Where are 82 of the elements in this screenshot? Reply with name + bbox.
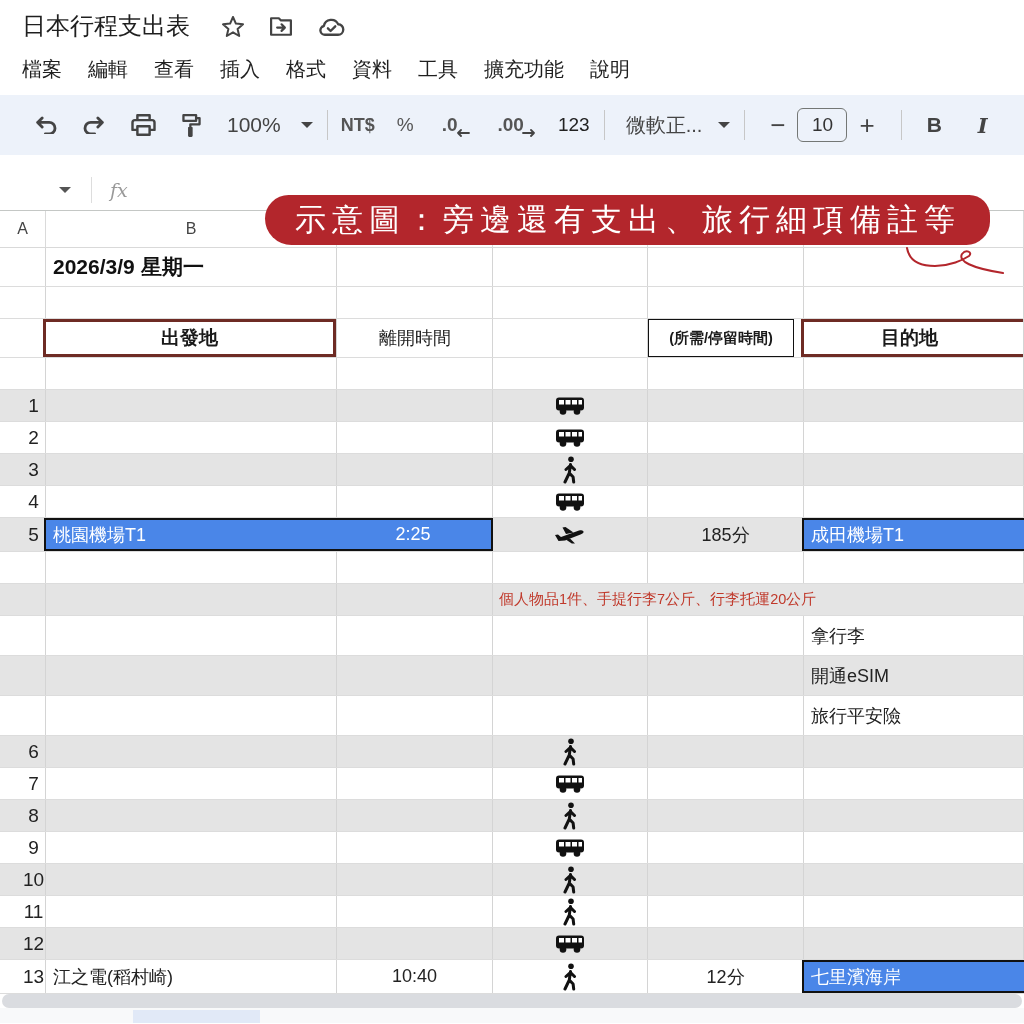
menu-item[interactable]: 檔案	[22, 55, 62, 83]
place-name: 江之電(稻村崎)	[53, 965, 173, 989]
decrease-font-size-button[interactable]: −	[770, 109, 786, 141]
airplane-icon	[554, 525, 586, 544]
increase-font-size-button[interactable]: +	[859, 109, 875, 141]
print-icon[interactable]	[131, 114, 156, 136]
bus-icon	[555, 934, 585, 953]
place-name: 桃園機場T1	[52, 523, 147, 547]
bus-icon	[555, 492, 585, 511]
row-number: 13	[22, 965, 45, 988]
right-arrow-icon	[521, 128, 536, 137]
row-number: 5	[28, 523, 39, 546]
date-heading: 2026/3/9 星期一	[53, 254, 204, 280]
row-number: 12	[22, 932, 45, 955]
walking-person-icon	[563, 737, 577, 766]
task-text: 開通eSIM	[811, 664, 889, 688]
row-number: 10	[22, 868, 45, 891]
menu-item[interactable]: 插入	[220, 55, 260, 83]
menu-item[interactable]: 說明	[590, 55, 630, 83]
walking-person-icon	[563, 801, 577, 830]
task-text: 拿行李	[811, 624, 865, 648]
header-cell: 出發地	[43, 319, 336, 357]
row-number: 11	[23, 900, 44, 923]
header-label: 離開時間	[378, 327, 451, 350]
bold-button[interactable]: B	[926, 113, 942, 137]
duration-value: 12分	[706, 965, 745, 989]
percent-format-button[interactable]: %	[396, 114, 414, 136]
annotation-banner: 示意圖：旁邊還有支出、旅行細項備註等	[265, 195, 990, 245]
currency-format-button[interactable]: NT$	[340, 114, 375, 136]
menu-item[interactable]: 資料	[352, 55, 392, 83]
row-number: 7	[28, 772, 39, 795]
left-arrow-icon	[455, 128, 470, 137]
row-number: 8	[28, 804, 39, 827]
row-number: 4	[28, 490, 39, 513]
number-format-button[interactable]: 123	[557, 114, 590, 136]
folder-move-icon[interactable]	[270, 16, 292, 36]
paint-format-icon[interactable]	[182, 113, 201, 137]
caret-icon	[718, 122, 731, 128]
header-cell: (所需/停留時間)	[648, 319, 794, 357]
column-header[interactable]: A	[17, 220, 28, 238]
walking-person-icon	[563, 455, 577, 484]
font-dropdown[interactable]: 微軟正...	[625, 111, 731, 139]
row-number: 3	[28, 458, 39, 481]
note-text: 個人物品1件、手提行李7公斤、行李托運20公斤	[499, 590, 817, 609]
row-number: 2	[28, 426, 39, 449]
duration-value: 185分	[701, 523, 750, 547]
column-header[interactable]: B	[185, 220, 197, 238]
highlighted-cell: 成田機場T1	[802, 518, 1024, 551]
zoom-dropdown[interactable]: 100%	[227, 113, 313, 137]
walking-person-icon	[563, 865, 577, 894]
menu-item[interactable]: 編輯	[88, 55, 128, 83]
header-cell: 目的地	[801, 319, 1023, 357]
row-number: 6	[28, 740, 39, 763]
caret-icon[interactable]	[59, 187, 71, 193]
time-value: 10:40	[391, 966, 437, 987]
task-text: 旅行平安險	[811, 704, 901, 728]
time-value: 2:25	[394, 524, 432, 545]
decrease-decimal-button[interactable]: .0	[441, 113, 470, 137]
caret-icon	[300, 122, 313, 128]
menu-item[interactable]: 查看	[154, 55, 194, 83]
star-icon[interactable]	[222, 15, 244, 37]
highlighted-cell: 七里濱海岸	[802, 960, 1024, 993]
walking-person-icon	[563, 897, 577, 926]
menu-item[interactable]: 工具	[418, 55, 458, 83]
bus-icon	[555, 428, 585, 447]
redo-icon[interactable]	[83, 116, 105, 134]
bus-icon	[555, 396, 585, 415]
cloud-check-icon[interactable]	[318, 16, 346, 36]
menu-item[interactable]: 擴充功能	[484, 55, 564, 83]
row-number: 1	[28, 394, 39, 417]
increase-decimal-button[interactable]: .00	[497, 113, 536, 137]
row-number: 9	[28, 836, 39, 859]
font-size-field[interactable]: 10	[797, 108, 848, 142]
document-title[interactable]: 日本行程支出表	[22, 10, 190, 42]
function-label: fx	[110, 179, 128, 201]
italic-button[interactable]: I	[977, 112, 988, 138]
walking-person-icon	[563, 962, 577, 991]
bus-icon	[555, 838, 585, 857]
menu-item[interactable]: 格式	[286, 55, 326, 83]
horizontal-scrollbar[interactable]	[2, 994, 1022, 1008]
undo-icon[interactable]	[35, 116, 57, 134]
bus-icon	[555, 774, 585, 793]
